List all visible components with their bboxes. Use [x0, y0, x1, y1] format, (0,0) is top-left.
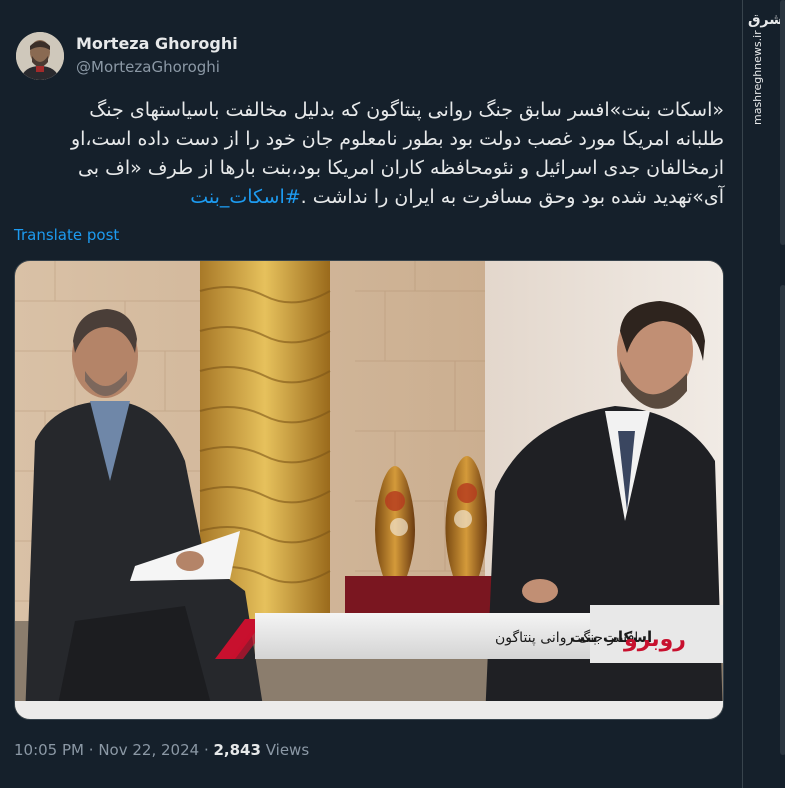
post-time[interactable]: 10:05 PM — [14, 741, 84, 759]
watermark-url: mashreghnews.ir — [751, 30, 764, 125]
scrollbar-thumb-lower[interactable] — [780, 285, 785, 755]
translate-post-link[interactable]: Translate post — [14, 226, 119, 244]
right-rail: مشرق mashreghnews.ir — [742, 0, 785, 788]
tweet: Morteza Ghoroghi @MortezaGhoroghi «اسکات… — [0, 0, 742, 788]
avatar[interactable] — [16, 32, 64, 80]
views-label: Views — [265, 741, 310, 759]
avatar-photo — [16, 32, 64, 80]
author-handle[interactable]: @MortezaGhoroghi — [76, 58, 220, 76]
post-media-image[interactable]: افسر جنگ روانی پنتاگون اسکات بنت روبرو — [14, 260, 724, 720]
post-text-line-4: آی»تهدید شده بود وحق مسافرت به ایران را … — [14, 183, 724, 212]
post-text-line-2: طلبانه امریکا مورد غصب دولت بود بطور نام… — [70, 128, 724, 150]
hashtag-link[interactable]: #اسکات_بنت — [190, 186, 300, 208]
post-text: «اسکات بنت»افسر سابق جنگ روانی پنتاگون ک… — [14, 96, 724, 212]
post-text-line-4-body: آی»تهدید شده بود وحق مسافرت به ایران را … — [300, 186, 724, 208]
red-shelf — [345, 576, 505, 616]
post-date[interactable]: Nov 22, 2024 — [98, 741, 199, 759]
interview-scene: افسر جنگ روانی پنتاگون اسکات بنت روبرو — [15, 261, 723, 719]
author-display-name[interactable]: Morteza Ghoroghi — [76, 34, 238, 53]
meta-separator: · — [88, 741, 99, 759]
scrollbar-thumb[interactable] — [780, 0, 785, 245]
post-text-line-3: ازمخالفان جدی اسرائیل و نئومحافظه کاران … — [77, 157, 724, 179]
post-metadata: 10:05 PM · Nov 22, 2024 · 2,843 Views — [14, 741, 309, 759]
post-text-line-1: «اسکات بنت»افسر سابق جنگ روانی پنتاگون ک… — [89, 99, 724, 121]
views-count: 2,843 — [213, 741, 261, 759]
show-logo: روبرو — [623, 627, 686, 652]
